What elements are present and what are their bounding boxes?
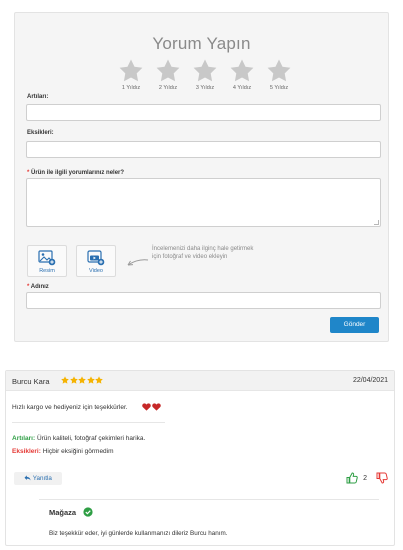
review-date: 22/04/2021 <box>352 377 388 384</box>
reviewer-name: Burcu Kara <box>12 377 50 386</box>
add-video-button[interactable]: Video <box>76 245 116 277</box>
form-title: Yorum Yapın <box>152 34 251 53</box>
review-card: Burcu Kara 22/04/2021 Hızlı kargo ve hed… <box>5 370 395 546</box>
star-icon <box>119 59 143 82</box>
cons-input[interactable] <box>26 141 381 158</box>
verified-check-icon <box>83 507 93 517</box>
star-caption: 2 Yıldız <box>158 85 178 91</box>
add-photo-button[interactable]: Resim <box>27 245 67 277</box>
review-pros: Artıları: Ürün kaliteli, fotoğraf çekiml… <box>12 435 145 442</box>
reply-label: Yanıtla <box>32 475 52 482</box>
rating-star-1[interactable]: 1 Yıldız <box>111 59 151 91</box>
thumbs-down-icon[interactable] <box>376 472 388 484</box>
review-text: Hızlı kargo ve hediyeniz için teşekkürle… <box>12 404 128 411</box>
comment-label-text: Ürün ile ilgili yorumlarınız neler? <box>31 170 125 176</box>
review-cons: Eksikleri: Hiçbir eksiğini görmedim <box>12 448 114 455</box>
cons-value: Hiçbir eksiğini görmedim <box>42 448 114 455</box>
required-mark: * <box>27 284 30 290</box>
rating-star-4[interactable]: 4 Yıldız <box>222 59 262 91</box>
review-header: Burcu Kara 22/04/2021 <box>6 371 394 391</box>
name-label: * Adınız <box>27 284 49 290</box>
star-icon <box>156 59 180 82</box>
star-filled-icon <box>61 376 69 384</box>
pros-value: Ürün kaliteli, fotoğraf çekimleri harika… <box>36 435 146 442</box>
comment-label: * Ürün ile ilgili yorumlarınız neler? <box>27 170 124 176</box>
required-mark: * <box>27 170 30 176</box>
thumbs-up-icon[interactable] <box>346 472 358 484</box>
star-filled-icon <box>69 376 78 384</box>
star-icon <box>267 59 291 82</box>
image-icon <box>38 250 56 266</box>
youtube-icon <box>87 250 105 266</box>
vote-area: 2 <box>338 472 388 486</box>
rating-star-3[interactable]: 3 Yıldız <box>185 59 225 91</box>
photo-label: Resim <box>39 268 55 274</box>
reply-icon <box>24 474 31 480</box>
pros-key: Artıları: <box>12 435 36 442</box>
video-label: Video <box>89 268 103 274</box>
divider <box>12 422 165 423</box>
rating-stars: 1 Yıldız 2 Yıldız 3 Yıldız 4 Yıldız 5 Yı… <box>15 59 388 99</box>
reply-button[interactable]: Yanıtla <box>14 472 62 485</box>
review-rating <box>61 376 104 385</box>
comment-textarea[interactable] <box>26 178 381 227</box>
star-filled-icon <box>95 376 103 384</box>
pros-input[interactable] <box>26 104 381 121</box>
store-reply-text: Biz teşekkür eder, iyi günlerde kullanma… <box>49 530 228 537</box>
star-filled-icon <box>78 376 86 384</box>
resize-handle[interactable] <box>374 220 379 225</box>
review-form: Yorum Yapın 1 Yıldız 2 Yıldız 3 Yıldız 4… <box>14 12 389 342</box>
star-caption: 1 Yıldız <box>121 85 141 91</box>
arrow-left-icon <box>127 259 149 266</box>
star-caption: 3 Yıldız <box>195 85 215 91</box>
heart-icon <box>152 403 161 411</box>
heart-icon <box>142 403 151 411</box>
name-input[interactable] <box>26 292 381 309</box>
star-icon <box>230 59 254 82</box>
cons-key: Eksikleri: <box>12 448 41 455</box>
upvote-count: 2 <box>363 475 367 482</box>
rating-star-5[interactable]: 5 Yıldız <box>259 59 299 91</box>
star-caption: 4 Yıldız <box>232 85 252 91</box>
rating-star-2[interactable]: 2 Yıldız <box>148 59 188 91</box>
media-hint: İncelemenizi daha ilginç hale getirmek i… <box>152 246 254 260</box>
pros-label: Artıları: <box>27 94 49 100</box>
star-caption: 5 Yıldız <box>269 85 289 91</box>
name-label-text: Adınız <box>30 284 49 290</box>
cons-label: Eksikleri: <box>27 130 54 136</box>
star-icon <box>193 59 217 82</box>
submit-button[interactable]: Gönder <box>330 317 379 333</box>
hearts <box>142 403 162 411</box>
store-name: Mağaza <box>49 508 77 517</box>
star-filled-icon <box>86 376 95 384</box>
store-reply: Mağaza Biz teşekkür eder, iyi günlerde k… <box>39 499 379 543</box>
